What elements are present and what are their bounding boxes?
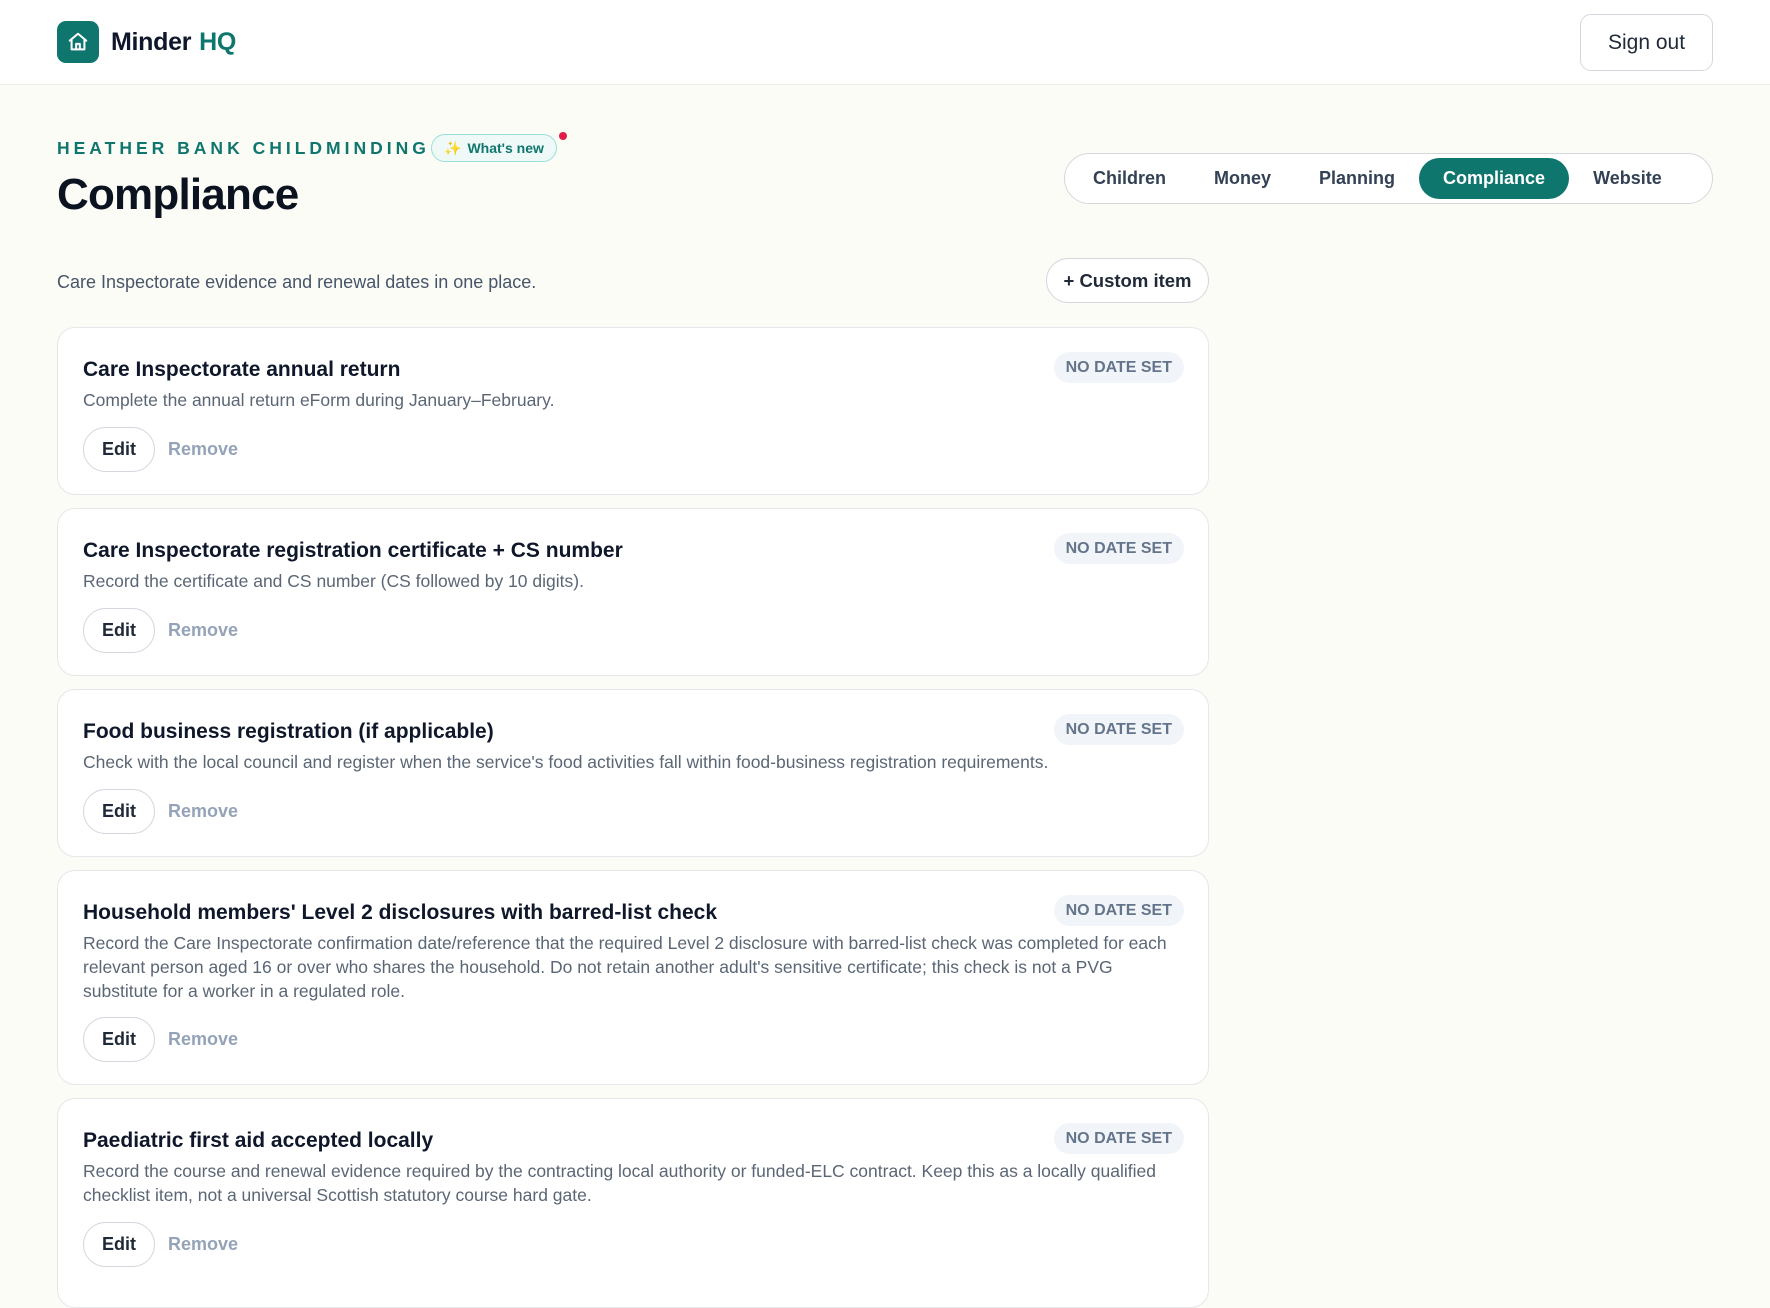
remove-button[interactable]: Remove (168, 801, 238, 822)
whats-new-button[interactable]: ✨ What's new (431, 134, 557, 162)
item-actions: Edit Remove (83, 608, 238, 653)
app-name-suffix: HQ (199, 28, 237, 56)
status-badge: NO DATE SET (1053, 352, 1184, 383)
status-badge: NO DATE SET (1053, 895, 1184, 926)
sign-out-button[interactable]: Sign out (1580, 14, 1713, 71)
remove-button[interactable]: Remove (168, 1029, 238, 1050)
compliance-item-card: Paediatric first aid accepted locally NO… (57, 1098, 1209, 1308)
edit-button[interactable]: Edit (83, 789, 155, 834)
compliance-item-card: Care Inspectorate annual return NO DATE … (57, 327, 1209, 495)
compliance-item-card: Care Inspectorate registration certifica… (57, 508, 1209, 676)
item-actions: Edit Remove (83, 1222, 238, 1267)
top-bar: Minder HQ Sign out (0, 0, 1770, 85)
tab-compliance[interactable]: Compliance (1419, 158, 1570, 199)
item-description: Check with the local council and registe… (83, 752, 1049, 772)
tab-website[interactable]: Website (1569, 158, 1686, 199)
item-actions: Edit Remove (83, 789, 238, 834)
item-description: Record the course and renewal evidence r… (83, 1161, 1156, 1205)
app-name: Minder (111, 28, 192, 56)
notification-dot (557, 130, 569, 142)
item-title: Food business registration (if applicabl… (83, 720, 494, 743)
item-actions: Edit Remove (83, 427, 238, 472)
edit-button[interactable]: Edit (83, 608, 155, 653)
tab-children[interactable]: Children (1069, 158, 1190, 199)
item-title: Paediatric first aid accepted locally (83, 1129, 434, 1152)
edit-button[interactable]: Edit (83, 427, 155, 472)
tab-planning[interactable]: Planning (1295, 158, 1419, 199)
page-title: Compliance (57, 170, 299, 219)
page-subtitle: Care Inspectorate evidence and renewal d… (57, 272, 537, 292)
status-badge: NO DATE SET (1053, 714, 1184, 745)
whats-new-label: What's new (467, 140, 544, 156)
item-description: Record the Care Inspectorate confirmatio… (83, 933, 1167, 1001)
add-custom-item-button[interactable]: + Custom item (1046, 258, 1209, 303)
home-icon[interactable] (57, 21, 99, 63)
item-description: Complete the annual return eForm during … (83, 390, 555, 410)
compliance-item-card: Food business registration (if applicabl… (57, 689, 1209, 857)
sparkle-icon: ✨ (444, 139, 462, 156)
remove-button[interactable]: Remove (168, 620, 238, 641)
item-actions: Edit Remove (83, 1017, 238, 1062)
business-name: HEATHER BANK CHILDMINDING (57, 138, 430, 158)
remove-button[interactable]: Remove (168, 439, 238, 460)
item-title: Care Inspectorate registration certifica… (83, 539, 623, 562)
edit-button[interactable]: Edit (83, 1017, 155, 1062)
section-tabs: Children Money Planning Compliance Websi… (1064, 153, 1713, 204)
tab-money[interactable]: Money (1190, 158, 1295, 199)
item-description: Record the certificate and CS number (CS… (83, 571, 584, 591)
status-badge: NO DATE SET (1053, 533, 1184, 564)
edit-button[interactable]: Edit (83, 1222, 155, 1267)
remove-button[interactable]: Remove (168, 1234, 238, 1255)
item-title: Care Inspectorate annual return (83, 358, 401, 381)
app-brand[interactable]: Minder HQ (111, 26, 236, 58)
compliance-item-card: Household members' Level 2 disclosures w… (57, 870, 1209, 1085)
status-badge: NO DATE SET (1053, 1123, 1184, 1154)
item-title: Household members' Level 2 disclosures w… (83, 901, 718, 924)
